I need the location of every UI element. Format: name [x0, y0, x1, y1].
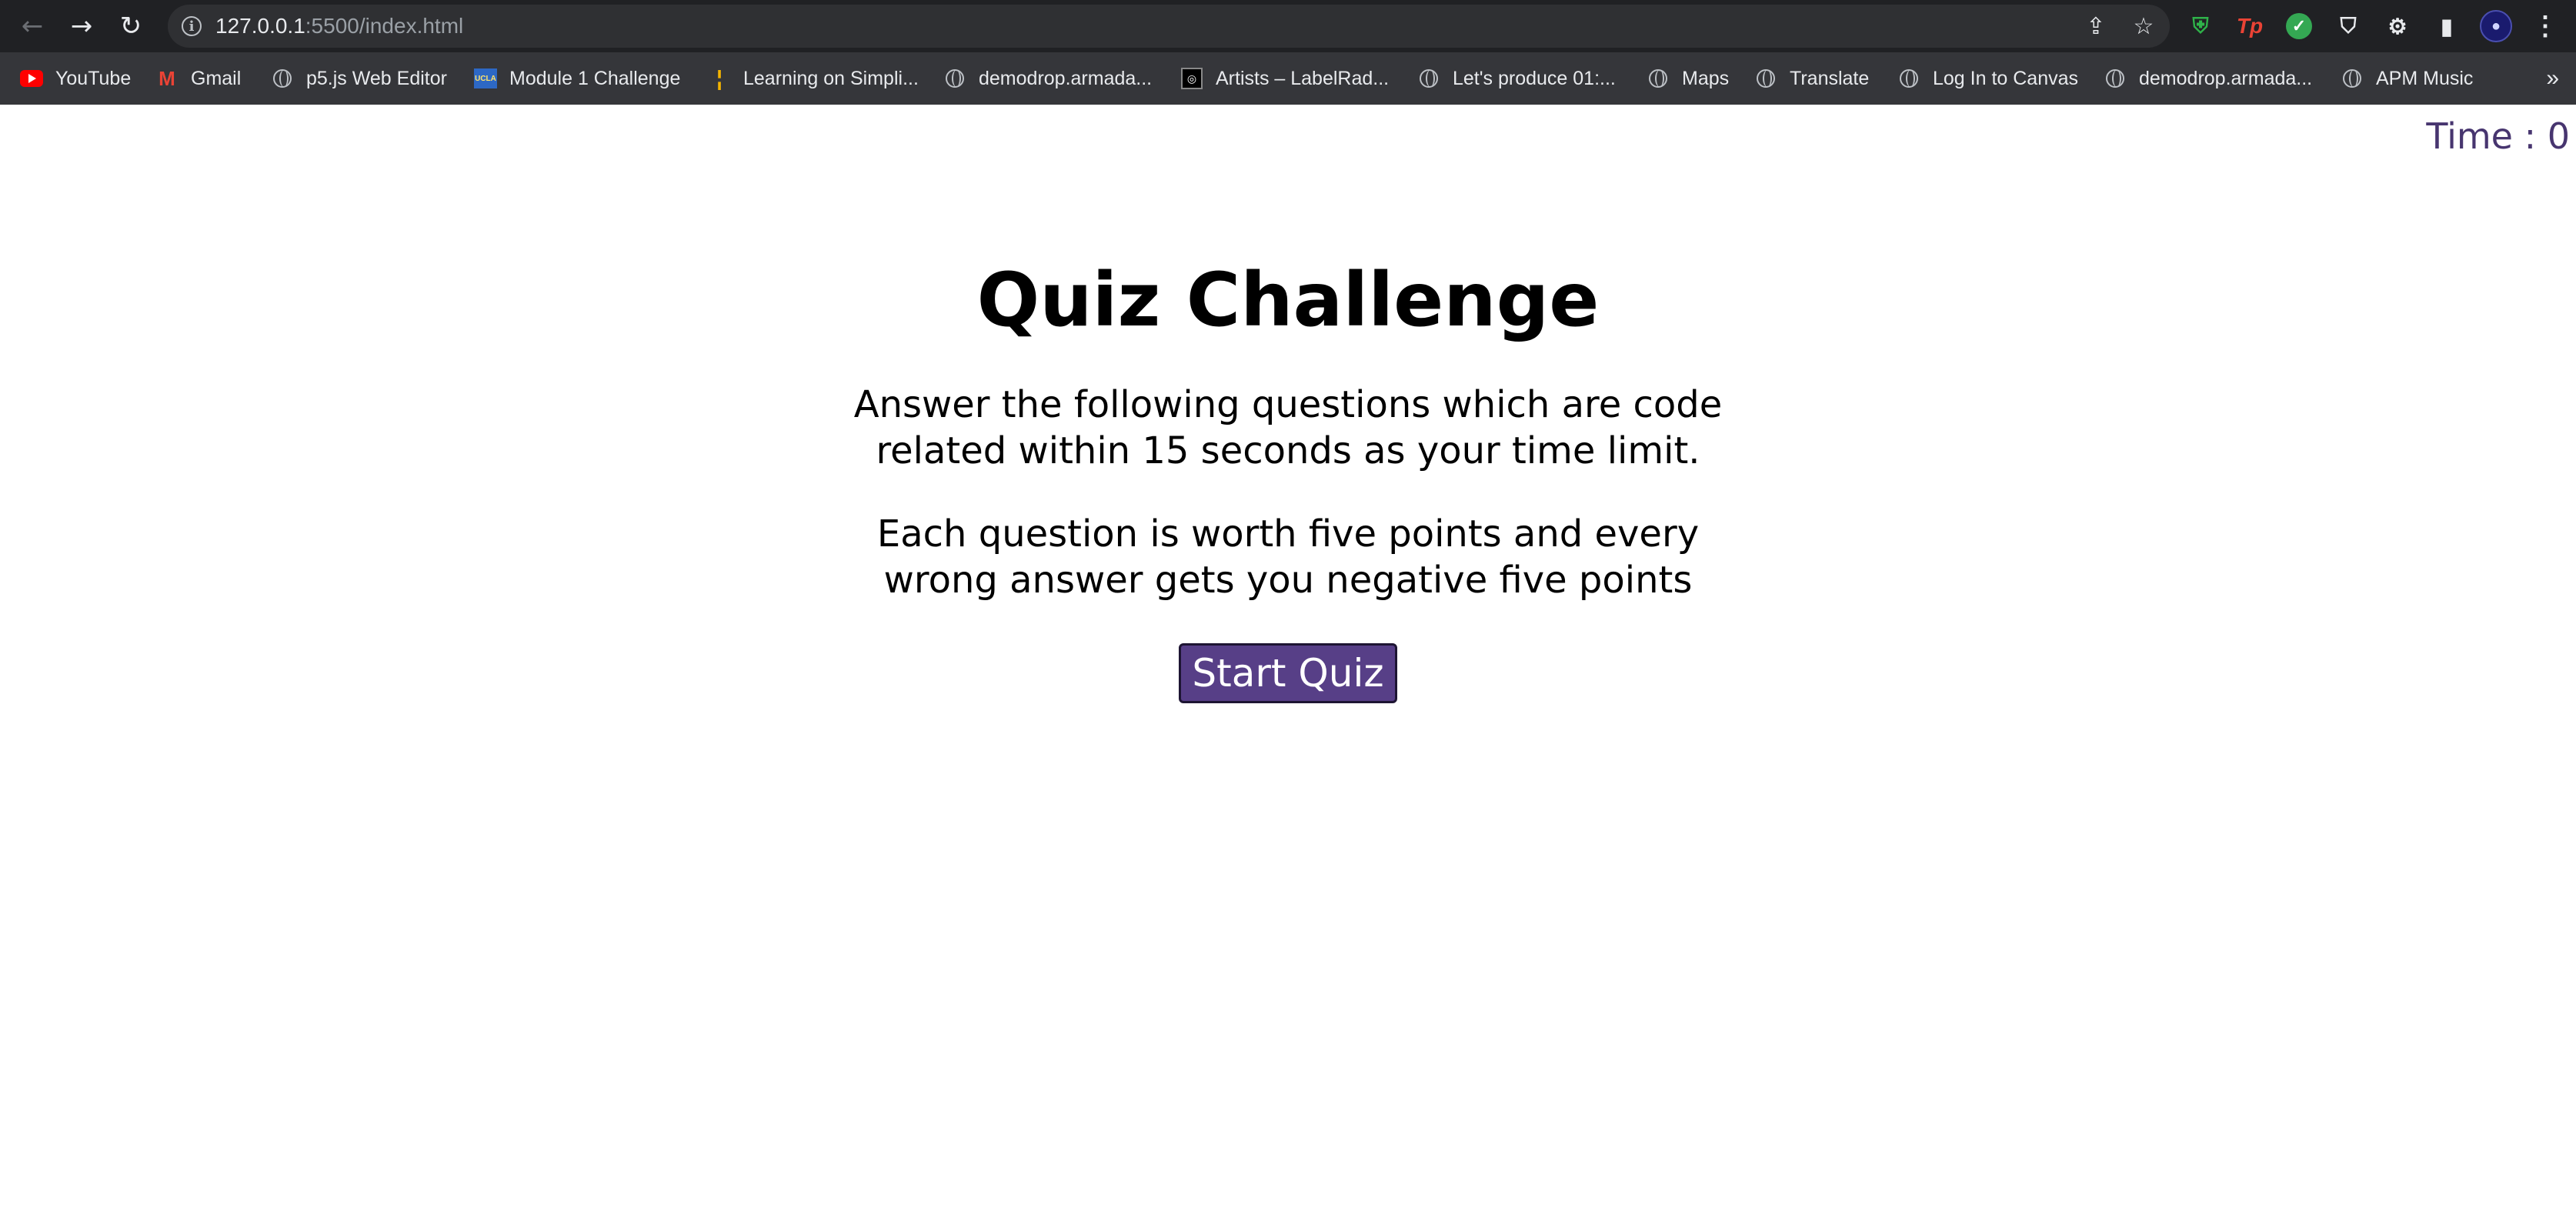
youtube-icon: [20, 67, 43, 90]
gmail-icon: M: [158, 66, 175, 90]
shield-extension-icon[interactable]: ⛨: [2182, 8, 2219, 45]
start-quiz-button[interactable]: Start Quiz: [1179, 643, 1397, 703]
globe-icon: [271, 67, 294, 90]
bookmark-label: Gmail: [191, 67, 242, 89]
bookmark-label: p5.js Web Editor: [306, 67, 447, 89]
globe-icon: [2104, 67, 2127, 90]
globe-icon: [1417, 67, 1440, 90]
bookmark-label: Learning on Simpli...: [743, 67, 919, 89]
ucla-icon: UCLA: [474, 67, 497, 90]
bookmark-label: Translate: [1790, 67, 1870, 89]
privacy-extension-icon[interactable]: ⛉: [2330, 8, 2367, 45]
bookmark-demodrop-1[interactable]: demodrop.armada...: [943, 52, 1152, 105]
globe-icon: [2341, 67, 2364, 90]
simplilearn-icon: ¦: [716, 66, 722, 90]
bookmark-star-icon[interactable]: ☆: [2128, 13, 2159, 40]
globe-icon: [943, 67, 966, 90]
instructions-paragraph: Answer the following questions which are…: [853, 383, 1723, 472]
site-info-icon[interactable]: i: [182, 16, 202, 36]
labelradar-icon: ◎: [1180, 67, 1203, 90]
bookmark-label: Log In to Canvas: [1933, 67, 2079, 89]
bookmark-label: APM Music: [2376, 67, 2474, 89]
bookmark-simplilearn[interactable]: ¦ Learning on Simpli...: [708, 52, 919, 105]
bookmark-demodrop-2[interactable]: demodrop.armada...: [2104, 52, 2312, 105]
page-title: Quiz Challenge: [976, 257, 1600, 343]
bookmark-maps[interactable]: Maps: [1647, 52, 1729, 105]
bookmark-translate[interactable]: Translate: [1754, 52, 1869, 105]
globe-icon: [1754, 67, 1777, 90]
address-bar[interactable]: i 127.0.0.1:5500/index.html ⇪ ☆: [168, 5, 2170, 48]
bookmarks-overflow-chevron-icon[interactable]: »: [2546, 52, 2559, 105]
bookmark-youtube[interactable]: YouTube: [20, 52, 131, 105]
browser-toolbar: ← → ↻ i 127.0.0.1:5500/index.html ⇪ ☆ ⛨ …: [0, 0, 2576, 52]
profile-avatar[interactable]: ●: [2478, 8, 2514, 45]
scoring-paragraph: Each question is worth five points and e…: [876, 512, 1700, 602]
bookmark-label: demodrop.armada...: [2139, 67, 2313, 89]
quiz-intro: Quiz Challenge Answer the following ques…: [0, 246, 2576, 703]
forward-button[interactable]: →: [57, 0, 106, 52]
extensions-puzzle-icon[interactable]: ⚙: [2379, 8, 2416, 45]
bookmark-p5js[interactable]: p5.js Web Editor: [271, 52, 447, 105]
green-extension-icon[interactable]: ✓: [2281, 8, 2317, 45]
bookmark-label: Artists – LabelRad...: [1216, 67, 1390, 89]
quiz-timer: Time : 0: [2426, 115, 2570, 157]
share-icon[interactable]: ⇪: [2080, 13, 2111, 40]
tp-extension-icon[interactable]: Tp: [2231, 8, 2268, 45]
bookmark-label: Let's produce 01:...: [1453, 67, 1616, 89]
bookmark-labelradar[interactable]: ◎ Artists – LabelRad...: [1180, 52, 1389, 105]
bookmark-gmail[interactable]: M Gmail: [155, 52, 241, 105]
globe-icon: [1647, 67, 1670, 90]
globe-icon: [1897, 67, 1920, 90]
bookmark-canvas[interactable]: Log In to Canvas: [1897, 52, 2078, 105]
bookmark-label: Module 1 Challenge: [509, 67, 681, 89]
bookmark-label: Maps: [1682, 67, 1730, 89]
url-path: :5500/index.html: [305, 14, 464, 38]
bookmark-lets-produce[interactable]: Let's produce 01:...: [1417, 52, 1616, 105]
back-button[interactable]: ←: [8, 0, 57, 52]
reload-button[interactable]: ↻: [106, 0, 155, 52]
bookmark-label: YouTube: [55, 67, 132, 89]
bookmarks-bar: YouTube M Gmail p5.js Web Editor UCLA Mo…: [0, 52, 2576, 105]
url-text[interactable]: 127.0.0.1:5500/index.html: [215, 14, 463, 38]
bookmark-module1[interactable]: UCLA Module 1 Challenge: [474, 52, 680, 105]
side-panel-icon[interactable]: ▮: [2428, 8, 2465, 45]
bookmark-apm-music[interactable]: APM Music: [2341, 52, 2473, 105]
menu-dots-icon[interactable]: ⋮: [2527, 8, 2564, 45]
url-host: 127.0.0.1: [215, 14, 305, 38]
bookmark-label: demodrop.armada...: [979, 67, 1153, 89]
